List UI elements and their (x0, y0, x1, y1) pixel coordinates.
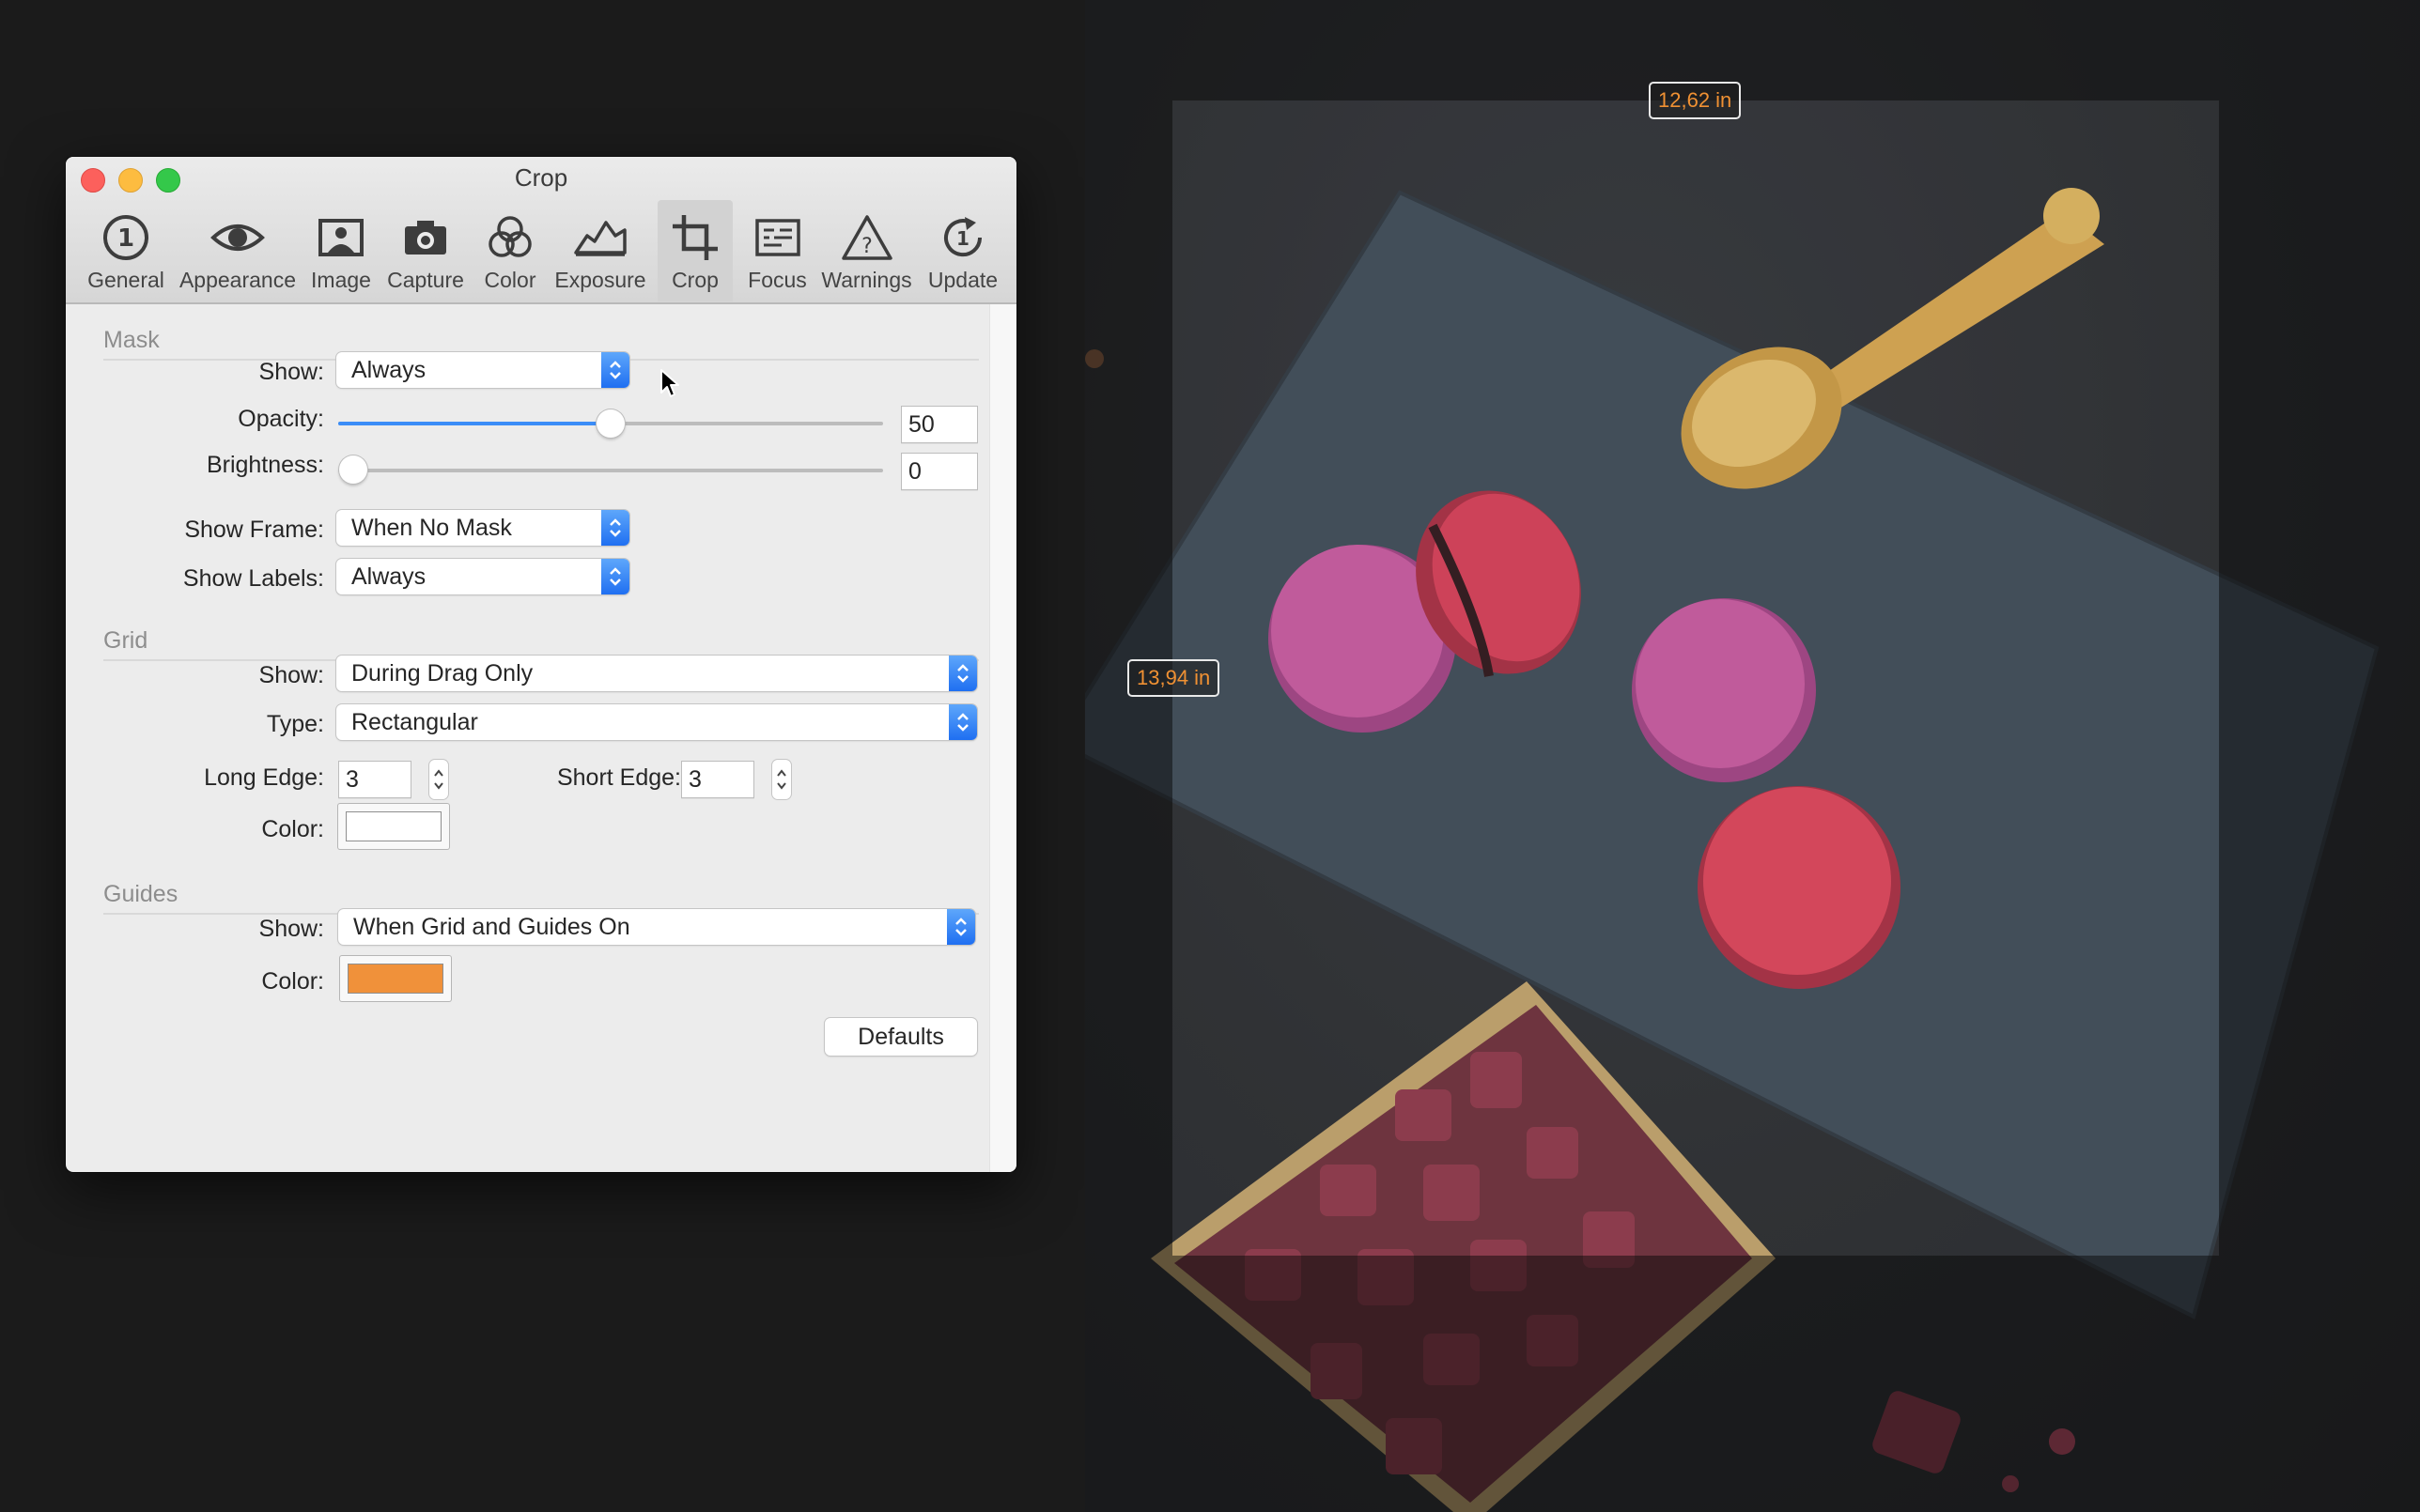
long-edge-label: Long Edge: (204, 764, 324, 791)
tab-exposure[interactable]: Exposure (552, 200, 648, 301)
crop-height-label: 13,94 in (1127, 659, 1220, 697)
opacity-slider-knob[interactable] (597, 409, 625, 438)
crop-frame[interactable] (1172, 100, 2219, 1256)
opacity-field[interactable]: 50 (901, 406, 978, 443)
show-frame-popup[interactable]: When No Mask (336, 510, 629, 546)
crop-preferences-pane: Mask Show: Always Opacity: 50 Brightness… (66, 304, 1016, 1172)
svg-text:1: 1 (117, 224, 134, 253)
crop-width-label: 12,62 in (1649, 82, 1742, 119)
show-labels-label: Show Labels: (182, 565, 324, 592)
update-icon: 1 (944, 217, 983, 257)
long-edge-field[interactable]: 3 (338, 761, 411, 798)
tab-update[interactable]: 1 Update (916, 200, 1010, 301)
opacity-slider-fill (338, 422, 611, 425)
camera-icon (405, 221, 446, 255)
scrollbar[interactable] (989, 304, 1016, 1172)
popup-arrows-icon (949, 656, 977, 691)
crop-icon (673, 215, 718, 260)
grid-type-popup[interactable]: Rectangular (336, 704, 977, 740)
guides-show-popup[interactable]: When Grid and Guides On (338, 909, 975, 945)
stepper-arrows-icon (434, 769, 443, 790)
short-edge-label: Short Edge: (556, 764, 681, 791)
grid-section-header: Grid (103, 627, 148, 654)
guides-section-header: Guides (103, 881, 178, 907)
svg-text:1: 1 (956, 227, 970, 250)
brightness-label: Brightness: (206, 452, 324, 478)
popup-arrows-icon (949, 704, 977, 740)
guides-color-well[interactable] (340, 956, 451, 1001)
preferences-toolbar: 1 General Appearance Image Capture Color (75, 200, 1007, 301)
popup-arrows-icon (601, 352, 629, 388)
mask-show-label: Show: (258, 359, 324, 385)
photo-artwork (1085, 0, 2420, 1512)
short-edge-field[interactable]: 3 (681, 761, 754, 798)
brightness-field[interactable]: 0 (901, 453, 978, 490)
focus-icon (754, 219, 800, 256)
color-circles-icon (489, 216, 532, 257)
grid-show-label: Show: (258, 662, 324, 688)
grid-type-label: Type: (266, 711, 324, 737)
grid-show-popup[interactable]: During Drag Only (336, 656, 977, 691)
exposure-icon (574, 221, 627, 256)
opacity-label: Opacity: (238, 406, 324, 432)
brightness-slider-track[interactable] (338, 469, 883, 472)
mouse-pointer-icon (660, 369, 679, 397)
brightness-slider-knob[interactable] (339, 455, 367, 484)
grid-color-swatch (347, 812, 441, 841)
window-title: Crop (514, 163, 568, 192)
image-icon (318, 219, 364, 256)
popup-arrows-icon (601, 559, 629, 594)
mask-section-header: Mask (103, 327, 160, 353)
mask-show-popup[interactable]: Always (336, 352, 629, 388)
svg-text:?: ? (861, 235, 873, 258)
guides-show-label: Show: (258, 916, 324, 942)
show-labels-popup[interactable]: Always (336, 559, 629, 594)
defaults-button[interactable]: Defaults (825, 1018, 977, 1056)
guides-color-swatch (349, 964, 442, 993)
grid-color-label: Color: (261, 816, 324, 842)
stepper-arrows-icon (777, 769, 786, 790)
photo-canvas[interactable]: 12,62 in 13,94 in (1085, 0, 2420, 1512)
general-icon: 1 (103, 215, 148, 260)
grid-color-well[interactable] (338, 804, 449, 849)
preferences-window: Crop 1 General Appearance Image Capture (66, 157, 1016, 1172)
popup-arrows-icon (601, 510, 629, 546)
popup-arrows-icon (947, 909, 975, 945)
long-edge-stepper[interactable] (429, 760, 448, 799)
short-edge-stepper[interactable] (772, 760, 791, 799)
guides-color-label: Color: (261, 968, 324, 995)
titlebar[interactable]: Crop 1 General Appearance Image Capture (66, 157, 1016, 304)
eye-icon (210, 224, 265, 251)
show-frame-label: Show Frame: (184, 517, 324, 543)
warning-icon: ? (841, 215, 892, 260)
